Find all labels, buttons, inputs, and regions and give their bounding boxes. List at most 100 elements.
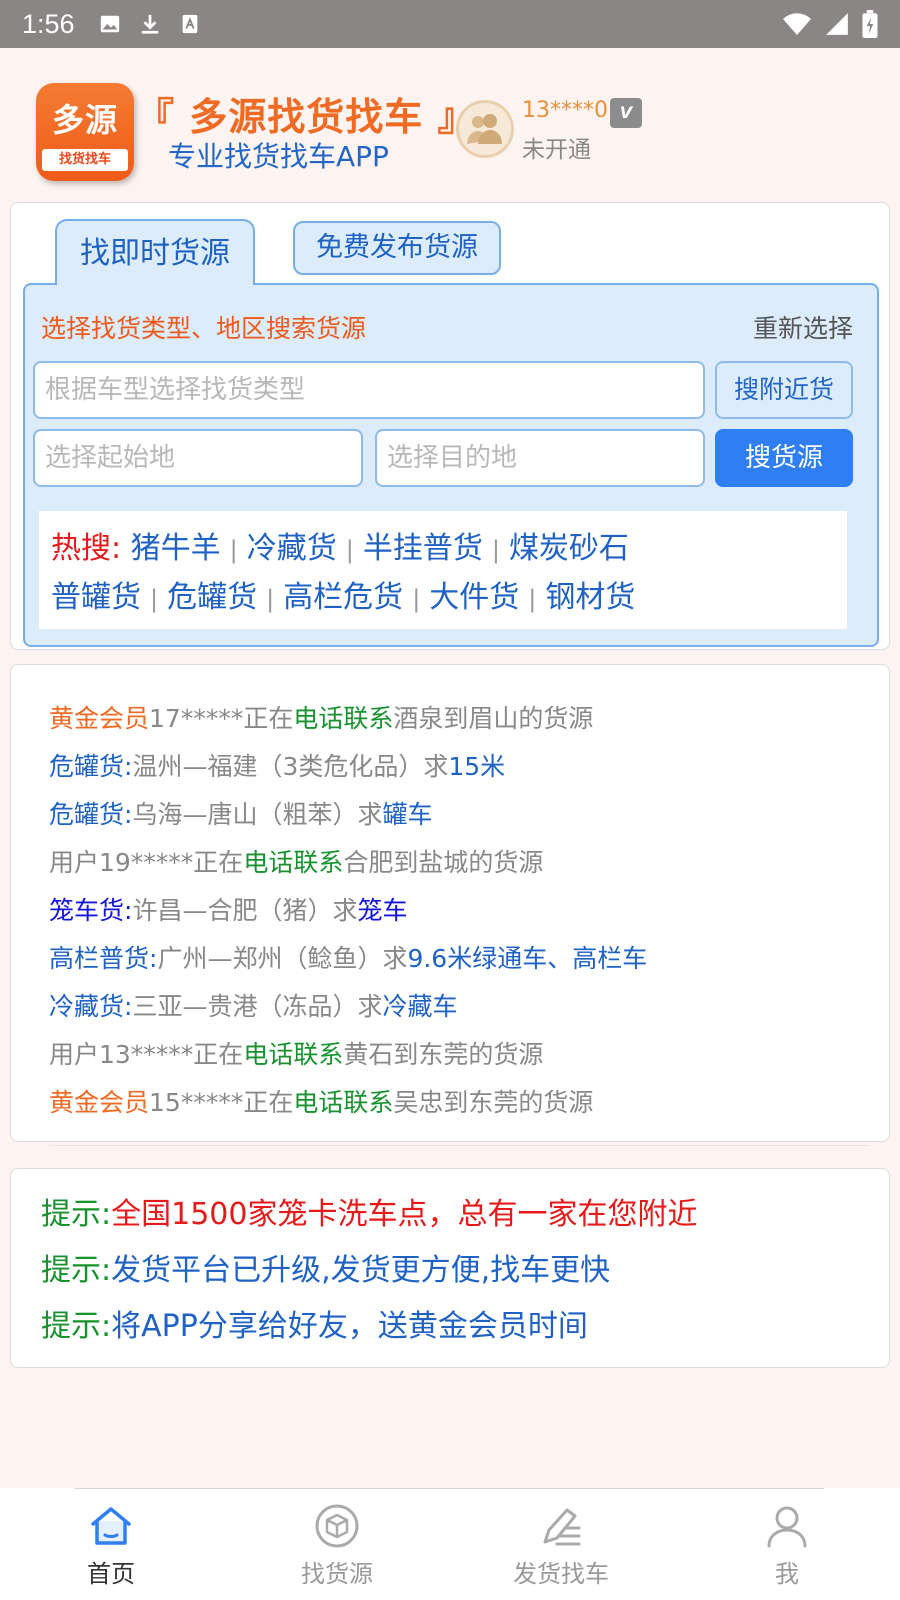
- app-header: 多源 找货找车 『 多源找货找车 』 专业找货找车APP 13****0 V 未…: [0, 78, 900, 188]
- bottom-nav: 首页 找货源 发货找车 我: [0, 1488, 900, 1600]
- tip-line[interactable]: 提示:全国1500家笼卡洗车点，总有一家在您附近: [41, 1189, 697, 1233]
- image-icon: [100, 15, 119, 33]
- list-item[interactable]: 用户13*****正在电话联系黄石到东莞的货源: [49, 1031, 647, 1079]
- list-item[interactable]: 冷藏货:三亚—贵港（冻品）求冷藏车: [49, 983, 647, 1031]
- search-hint: 选择找货类型、地区搜索货源: [41, 314, 367, 343]
- hot-search-box: 热搜: 猪牛羊 | 冷藏货 | 半挂普货 | 煤炭砂石 普罐货 | 危罐货 | 高栏危货 | 大件货 | 钢…: [39, 511, 847, 629]
- search-panel: 选择找货类型、地区搜索货源 重新选择 根据车型选择找货类型 搜附近货 选择起始地…: [23, 283, 879, 647]
- feed-divider: [49, 1145, 869, 1146]
- status-time: 1:56: [22, 8, 75, 39]
- feed-text: 三亚—贵港（冻品）求: [132, 992, 383, 1021]
- battery-icon: [862, 10, 878, 38]
- hot-search-row-2: 普罐货 | 危罐货 | 高栏危货 | 大件货 | 钢材货: [51, 574, 835, 623]
- divider: |: [491, 536, 500, 564]
- status-system-icons: [782, 10, 878, 38]
- feed-text: 温州—福建（3类危化品）求: [132, 752, 449, 781]
- feed-highlight: 冷藏车: [382, 992, 458, 1021]
- app-title: 『 多源找货找车 』: [136, 95, 477, 139]
- feed-tag: 黄金会员: [49, 704, 150, 733]
- divider: |: [412, 585, 421, 613]
- tip-prefix: 提示:: [41, 1197, 112, 1232]
- download-icon: [141, 14, 158, 34]
- list-item[interactable]: 危罐货:温州—福建（3类危化品）求15米: [49, 743, 647, 791]
- app-subtitle: 专业找货找车APP: [168, 140, 389, 173]
- nav-find-cargo[interactable]: 找货源: [262, 1502, 412, 1589]
- feed-highlight: 电话联系: [243, 848, 344, 877]
- tab-find-cargo[interactable]: 找即时货源: [55, 219, 255, 285]
- feed-tag: 冷藏货:: [49, 992, 133, 1021]
- destination-input[interactable]: 选择目的地: [375, 429, 705, 487]
- feed-tag: 笼车货:: [49, 896, 133, 925]
- edit-icon: [543, 1508, 581, 1546]
- feed-highlight: 笼车: [357, 896, 408, 925]
- app-logo: 多源 找货找车: [36, 83, 134, 181]
- list-item[interactable]: 黄金会员17*****正在电话联系酒泉到眉山的货源: [49, 695, 647, 743]
- logo-sub-text: 找货找车: [42, 149, 128, 171]
- reselect-button[interactable]: 重新选择: [753, 309, 853, 345]
- feed-tag: 黄金会员: [49, 1088, 150, 1117]
- tip-text: 全国1500家笼卡洗车点，总有一家在您附近: [111, 1197, 698, 1232]
- list-item[interactable]: 危罐货:乌海—唐山（粗苯）求罐车: [49, 791, 647, 839]
- hot-tag[interactable]: 煤炭砂石: [509, 531, 629, 566]
- list-item[interactable]: 用户19*****正在电话联系合肥到盐城的货源: [49, 839, 647, 887]
- hot-tag[interactable]: 冷藏货: [247, 531, 337, 566]
- divider: [74, 1488, 824, 1489]
- tip-prefix: 提示:: [41, 1309, 112, 1344]
- font-icon: [182, 14, 197, 34]
- nav-me[interactable]: 我: [712, 1502, 862, 1589]
- tip-text: 将APP分享给好友，送黄金会员时间: [111, 1309, 588, 1344]
- list-item[interactable]: 黄金会员15*****正在电话联系吴忠到东莞的货源: [49, 1079, 647, 1127]
- origin-input[interactable]: 选择起始地: [33, 429, 363, 487]
- divider: |: [150, 585, 159, 613]
- member-status: 未开通: [522, 137, 591, 163]
- logo-main-text: 多源: [51, 101, 118, 139]
- search-card: 找即时货源 免费发布货源 选择找货类型、地区搜索货源 重新选择 根据车型选择找货…: [10, 202, 890, 650]
- nearby-search-button[interactable]: 搜附近货: [715, 361, 853, 419]
- nav-label: 找货源: [301, 1560, 373, 1588]
- hot-tag[interactable]: 危罐货: [167, 580, 257, 615]
- hot-tag[interactable]: 大件货: [429, 580, 519, 615]
- list-item[interactable]: 笼车货:许昌—合肥（猪）求笼车: [49, 887, 647, 935]
- list-item[interactable]: 高栏普货:广州—郑州（鲶鱼）求9.6米绿通车、高栏车: [49, 935, 647, 983]
- feed-text: 用户13*****正在: [49, 1040, 244, 1069]
- feed-text: 15*****正在: [149, 1088, 294, 1117]
- divider: |: [266, 585, 275, 613]
- feed-text: 黄石到东莞的货源: [343, 1040, 544, 1069]
- user-icon: [767, 1506, 807, 1548]
- feed-text: 17*****正在: [149, 704, 294, 733]
- tip-line[interactable]: 提示:发货平台已升级,发货更方便,找车更快: [41, 1245, 610, 1289]
- tips-card: 提示:全国1500家笼卡洗车点，总有一家在您附近 提示:发货平台已升级,发货更方…: [10, 1168, 890, 1368]
- feed-tag: 危罐货:: [49, 800, 133, 829]
- activity-feed: 黄金会员17*****正在电话联系酒泉到眉山的货源 危罐货:温州—福建（3类危化…: [49, 695, 647, 1127]
- divider: |: [229, 536, 238, 564]
- feed-highlight: 电话联系: [243, 1040, 344, 1069]
- user-id: 13****0: [522, 98, 608, 123]
- hot-tag[interactable]: 普罐货: [51, 580, 141, 615]
- search-cargo-button[interactable]: 搜货源: [715, 429, 853, 487]
- tip-text: 发货平台已升级,发货更方便,找车更快: [111, 1253, 611, 1288]
- feed-text: 广州—郑州（鲶鱼）求: [157, 944, 408, 973]
- hot-tag[interactable]: 半挂普货: [363, 531, 483, 566]
- avatar[interactable]: [456, 100, 514, 158]
- box-icon: [315, 1504, 359, 1548]
- feed-text: 吴忠到东莞的货源: [393, 1088, 594, 1117]
- tip-line[interactable]: 提示:将APP分享给好友，送黄金会员时间: [41, 1301, 588, 1345]
- hot-tag[interactable]: 钢材货: [545, 580, 635, 615]
- signal-icon: [826, 13, 848, 35]
- wifi-icon: [783, 13, 811, 36]
- hot-tag[interactable]: 高栏危货: [283, 580, 403, 615]
- nav-post-cargo[interactable]: 发货找车: [486, 1502, 636, 1589]
- feed-tag: 危罐货:: [49, 752, 133, 781]
- divider: |: [528, 585, 537, 613]
- hot-tag[interactable]: 猪牛羊: [131, 531, 221, 566]
- divider: |: [345, 536, 354, 564]
- feed-text: 乌海—唐山（粗苯）求: [132, 800, 383, 829]
- hot-search-label: 热搜:: [51, 531, 122, 566]
- feed-highlight: 9.6米绿通车、高栏车: [407, 944, 648, 973]
- nav-label: 我: [775, 1560, 799, 1588]
- nav-home[interactable]: 首页: [36, 1502, 186, 1589]
- tab-publish-cargo[interactable]: 免费发布货源: [293, 221, 501, 275]
- cargo-type-input[interactable]: 根据车型选择找货类型: [33, 361, 705, 419]
- home-icon: [91, 1507, 131, 1545]
- feed-highlight: 电话联系: [293, 1088, 394, 1117]
